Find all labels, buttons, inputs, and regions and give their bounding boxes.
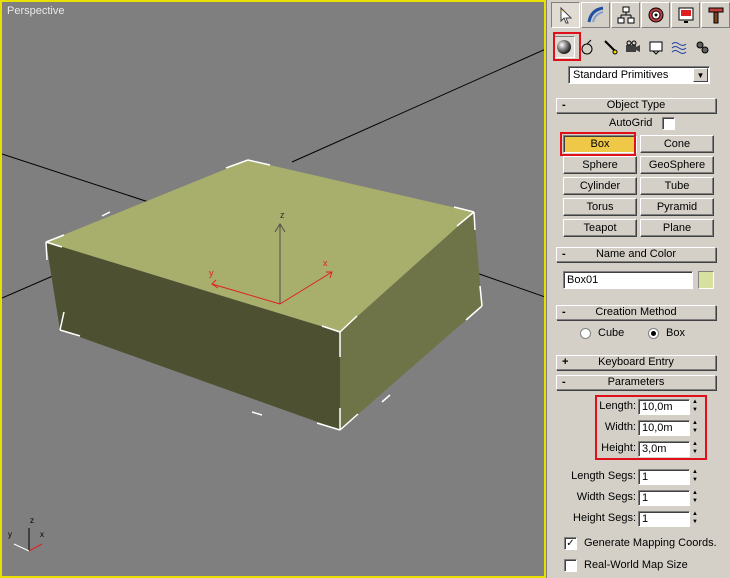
creation-method-rollout-header[interactable]: - Creation Method [556,305,716,320]
height-segs-label: Height Segs: [573,512,636,524]
systems-icon [696,41,709,54]
pyramid-button[interactable]: Pyramid [640,198,714,216]
cameras-subtab[interactable] [622,36,644,58]
dimensions-highlight [595,395,707,460]
collapse-icon: - [562,99,566,111]
grid-line-y-right [291,49,544,163]
command-panel: Standard Primitives ▼ - Object Type Auto… [546,0,730,578]
spacewarps-icon [671,42,687,54]
tube-button[interactable]: Tube [640,177,714,195]
cube-radio-label: Cube [598,327,625,339]
cylinder-button[interactable]: Cylinder [563,177,637,195]
viewport-label[interactable]: Perspective [7,5,64,17]
box-radio[interactable] [648,328,659,339]
box-button-highlight [560,132,636,156]
collapse-icon: - [562,248,566,260]
generate-mapping-label: Generate Mapping Coords. [584,537,717,549]
parameters-rollout-header[interactable]: - Parameters [556,375,716,390]
parameters-title: Parameters [607,376,665,388]
name-color-title: Name and Color [595,248,677,260]
helpers-subtab[interactable] [645,36,667,58]
length-segs-label: Length Segs: [571,470,636,482]
spinner-up-icon[interactable]: ▲ [691,511,699,519]
height-segs-input[interactable]: 1 [638,511,690,527]
tripod-y [13,543,30,552]
real-world-map-checkbox[interactable] [564,559,577,572]
height-segs-spinner[interactable]: 1 ▲ ▼ [638,511,699,527]
length-segs-spinner[interactable]: 1 ▲ ▼ [638,469,699,485]
object-name-input[interactable]: Box01 [563,271,693,289]
display-tab[interactable] [671,2,700,28]
real-world-map-label: Real-World Map Size [584,559,688,571]
utilities-icon [708,7,723,24]
gizmo-z-label: z [280,210,285,220]
spacewarps-subtab[interactable] [668,36,690,58]
helpers-icon [649,41,663,55]
modify-tab[interactable] [581,2,610,28]
modify-icon [587,6,603,23]
utilities-tab[interactable] [701,2,730,28]
lights-subtab[interactable] [599,36,621,58]
shapes-icon [581,39,593,55]
geometry-highlight [553,32,581,61]
generate-mapping-checkbox[interactable]: ✓ [564,537,577,550]
chevron-down-icon[interactable]: ▼ [693,68,708,82]
perspective-viewport[interactable]: Perspective z y x z y x [0,0,546,578]
create-tab[interactable] [551,2,580,28]
create-icon [560,6,572,24]
collapse-icon: - [562,306,566,318]
width-segs-spinner[interactable]: 1 ▲ ▼ [638,490,699,506]
plane-button[interactable]: Plane [640,219,714,237]
creation-method-title: Creation Method [595,306,677,318]
cameras-icon [626,40,640,52]
object-type-title: Object Type [606,99,666,111]
width-segs-input[interactable]: 1 [638,490,690,506]
keyboard-entry-title: Keyboard Entry [598,356,674,368]
command-panel-tabs [551,2,730,28]
collapse-icon: - [562,376,566,388]
spinner-down-icon[interactable]: ▼ [691,477,699,485]
gizmo-y-label: y [209,268,214,278]
motion-tab[interactable] [641,2,670,28]
tripod-y-label: y [8,530,12,539]
cube-radio[interactable] [580,328,591,339]
tripod-z-label: z [30,516,34,525]
tripod-x [28,543,43,552]
box-radio-label: Box [666,327,685,339]
keyboard-entry-rollout-header[interactable]: + Keyboard Entry [556,355,716,370]
teapot-button[interactable]: Teapot [563,219,637,237]
geosphere-button[interactable]: GeoSphere [640,156,714,174]
expand-icon: + [562,356,569,368]
hierarchy-icon [617,6,634,24]
display-icon [678,7,693,23]
spinner-down-icon[interactable]: ▼ [691,498,699,506]
length-segs-input[interactable]: 1 [638,469,690,485]
systems-subtab[interactable] [691,36,713,58]
tripod-x-label: x [40,530,44,539]
width-segs-label: Width Segs: [576,491,636,503]
hierarchy-tab[interactable] [611,2,640,28]
cone-button[interactable]: Cone [640,135,714,153]
spinner-up-icon[interactable]: ▲ [691,469,699,477]
spinner-down-icon[interactable]: ▼ [691,519,699,527]
object-type-rollout-header[interactable]: - Object Type [556,98,716,113]
name-color-rollout-header[interactable]: - Name and Color [556,247,716,262]
category-dropdown-value: Standard Primitives [573,69,669,81]
object-color-swatch[interactable] [698,271,714,289]
motion-icon [648,7,663,23]
viewport-scene[interactable] [2,2,544,576]
lights-icon [604,40,618,55]
autogrid-label: AutoGrid [609,117,653,129]
category-dropdown[interactable]: Standard Primitives ▼ [568,66,710,84]
autogrid-checkbox[interactable] [662,117,675,130]
torus-button[interactable]: Torus [563,198,637,216]
gizmo-x-label: x [323,258,328,268]
sphere-button[interactable]: Sphere [563,156,637,174]
spinner-up-icon[interactable]: ▲ [691,490,699,498]
